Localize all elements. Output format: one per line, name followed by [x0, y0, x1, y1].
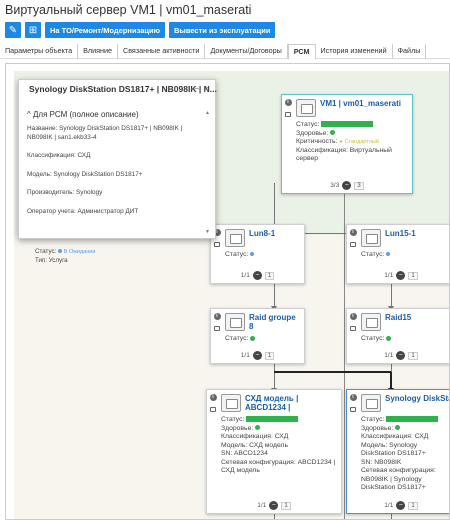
- lun8-card[interactable]: i Lun8-1 Статус: 1/1−1: [210, 224, 305, 284]
- toolbar: ✎ ⊞ На ТО/Ремонт/Модернизацию Вывести из…: [5, 22, 276, 38]
- status-indicator: [386, 335, 392, 341]
- lun8-name[interactable]: Lun8-1: [249, 229, 275, 238]
- lun15-name[interactable]: Lun15-1: [385, 229, 416, 238]
- tab-files[interactable]: Файлы: [393, 44, 427, 59]
- decommission-button[interactable]: Вывести из эксплуатации: [169, 22, 276, 38]
- collapse-icon[interactable]: −: [342, 181, 352, 190]
- vm-classification: Классификация: Виртуальный сервер: [296, 146, 392, 163]
- monitor-icon[interactable]: [214, 242, 220, 247]
- info-icon[interactable]: i: [209, 394, 217, 401]
- raid-icon: [361, 313, 381, 331]
- health-indicator: [255, 425, 261, 431]
- health-indicator: [330, 130, 336, 136]
- lun15-card[interactable]: i Lun15-1 Статус: 1/1−1: [346, 224, 449, 284]
- health-indicator: [395, 425, 401, 431]
- details-popup[interactable]: Synology DiskStation DS1817+ | NB098IK |…: [18, 79, 217, 239]
- monitor-icon[interactable]: [285, 112, 291, 117]
- vm-name[interactable]: VM1 | vm01_maserati: [320, 99, 401, 108]
- status-indicator: [250, 335, 256, 341]
- storage1-name[interactable]: СХД модель | ABCD1234 |: [245, 394, 330, 412]
- hierarchy-icon[interactable]: ⊞: [25, 22, 41, 38]
- monitor-icon[interactable]: [214, 326, 220, 331]
- collapse-icon[interactable]: −: [252, 271, 262, 280]
- raid8-card[interactable]: i Raid groupe 8 Статус: 1/1−1: [210, 308, 305, 364]
- tab-related-activities[interactable]: Связанные активности: [118, 44, 206, 59]
- tab-influence[interactable]: Влияние: [78, 44, 118, 59]
- lun-icon: [361, 229, 381, 247]
- collapse-icon[interactable]: −: [252, 351, 262, 360]
- server-icon: [296, 99, 316, 117]
- raid15-name[interactable]: Raid15: [385, 313, 411, 322]
- tab-documents[interactable]: Документы/Договоры: [205, 44, 288, 59]
- storage2-name[interactable]: Synology DiskStation DS1817+ | NB098: [385, 394, 449, 403]
- lun-icon: [225, 229, 245, 247]
- status-indicator: [58, 249, 63, 254]
- status-badge: В эксплуатации: [321, 121, 374, 128]
- monitor-icon[interactable]: [350, 242, 356, 247]
- field-vendor: Производитель: Synology: [27, 189, 103, 196]
- collapse-icon[interactable]: −: [396, 501, 406, 510]
- monitor-icon[interactable]: [350, 407, 356, 412]
- info-icon[interactable]: i: [349, 229, 357, 236]
- status-indicator: [386, 252, 391, 257]
- info-icon[interactable]: i: [213, 313, 221, 320]
- storage2-card[interactable]: i Synology DiskStation DS1817+ | NB098 С…: [346, 389, 449, 514]
- storage-icon: [221, 394, 241, 412]
- tab-change-history[interactable]: История изменений: [316, 44, 393, 59]
- popup-section: ^ Для РСМ (полное описание): [27, 110, 139, 119]
- vm-card[interactable]: i VM1 | vm01_maserati Статус: В эксплуат…: [281, 94, 413, 194]
- info-icon[interactable]: i: [349, 394, 357, 401]
- monitor-icon[interactable]: [350, 326, 356, 331]
- field-operator: Оператор учета: Администратор ДИТ: [27, 207, 139, 215]
- maintenance-button[interactable]: На ТО/Ремонт/Модернизацию: [45, 22, 165, 38]
- scroll-down-icon: ▼: [205, 229, 210, 235]
- raid8-name[interactable]: Raid groupe 8: [249, 313, 301, 331]
- popup-title: Synology DiskStation DS1817+ | NB098IK |…: [29, 84, 217, 94]
- collapse-icon[interactable]: −: [396, 351, 406, 360]
- page-title: Виртуальный сервер VM1 | vm01_maserati: [5, 3, 252, 17]
- collapse-icon[interactable]: −: [396, 271, 406, 280]
- collapse-icon[interactable]: −: [269, 501, 279, 510]
- criticality-badge: ●: [339, 139, 343, 145]
- popup-scrollbar[interactable]: ▲ ▼: [205, 110, 210, 235]
- storage1-card[interactable]: i СХД модель | ABCD1234 | Статус: В эксп…: [206, 389, 342, 514]
- scroll-up-icon: ▲: [205, 110, 210, 116]
- field-model: Модель: Synology DiskStation DS1817+: [27, 170, 143, 178]
- field-name: Название: Synology DiskStation DS1817+ |…: [27, 125, 183, 141]
- info-icon[interactable]: i: [349, 313, 357, 320]
- status-badge: В эксплуатации: [246, 416, 299, 423]
- status-badge: В эксплуатации: [386, 416, 439, 423]
- pencil-icon[interactable]: ✎: [5, 22, 21, 38]
- tab-rsm[interactable]: РСМ: [287, 44, 316, 60]
- storage-icon: [361, 394, 381, 412]
- raid-icon: [225, 313, 245, 331]
- raid15-card[interactable]: i Raid15 Статус: 1/1−1: [346, 308, 449, 364]
- status-indicator: [250, 252, 255, 257]
- minimize-icon[interactable]: —: [191, 84, 199, 93]
- chevron-up-icon[interactable]: ^: [27, 110, 31, 119]
- service-info: Статус: В Ожидании Тип: Услуга: [35, 248, 96, 264]
- close-icon[interactable]: ×: [204, 84, 209, 94]
- tab-bar: Параметры объекта Влияние Связанные акти…: [0, 43, 450, 60]
- info-icon[interactable]: i: [284, 99, 292, 106]
- field-classification: Классификация: СХД: [27, 152, 91, 159]
- monitor-icon[interactable]: [210, 407, 216, 412]
- tab-object-params[interactable]: Параметры объекта: [0, 44, 79, 59]
